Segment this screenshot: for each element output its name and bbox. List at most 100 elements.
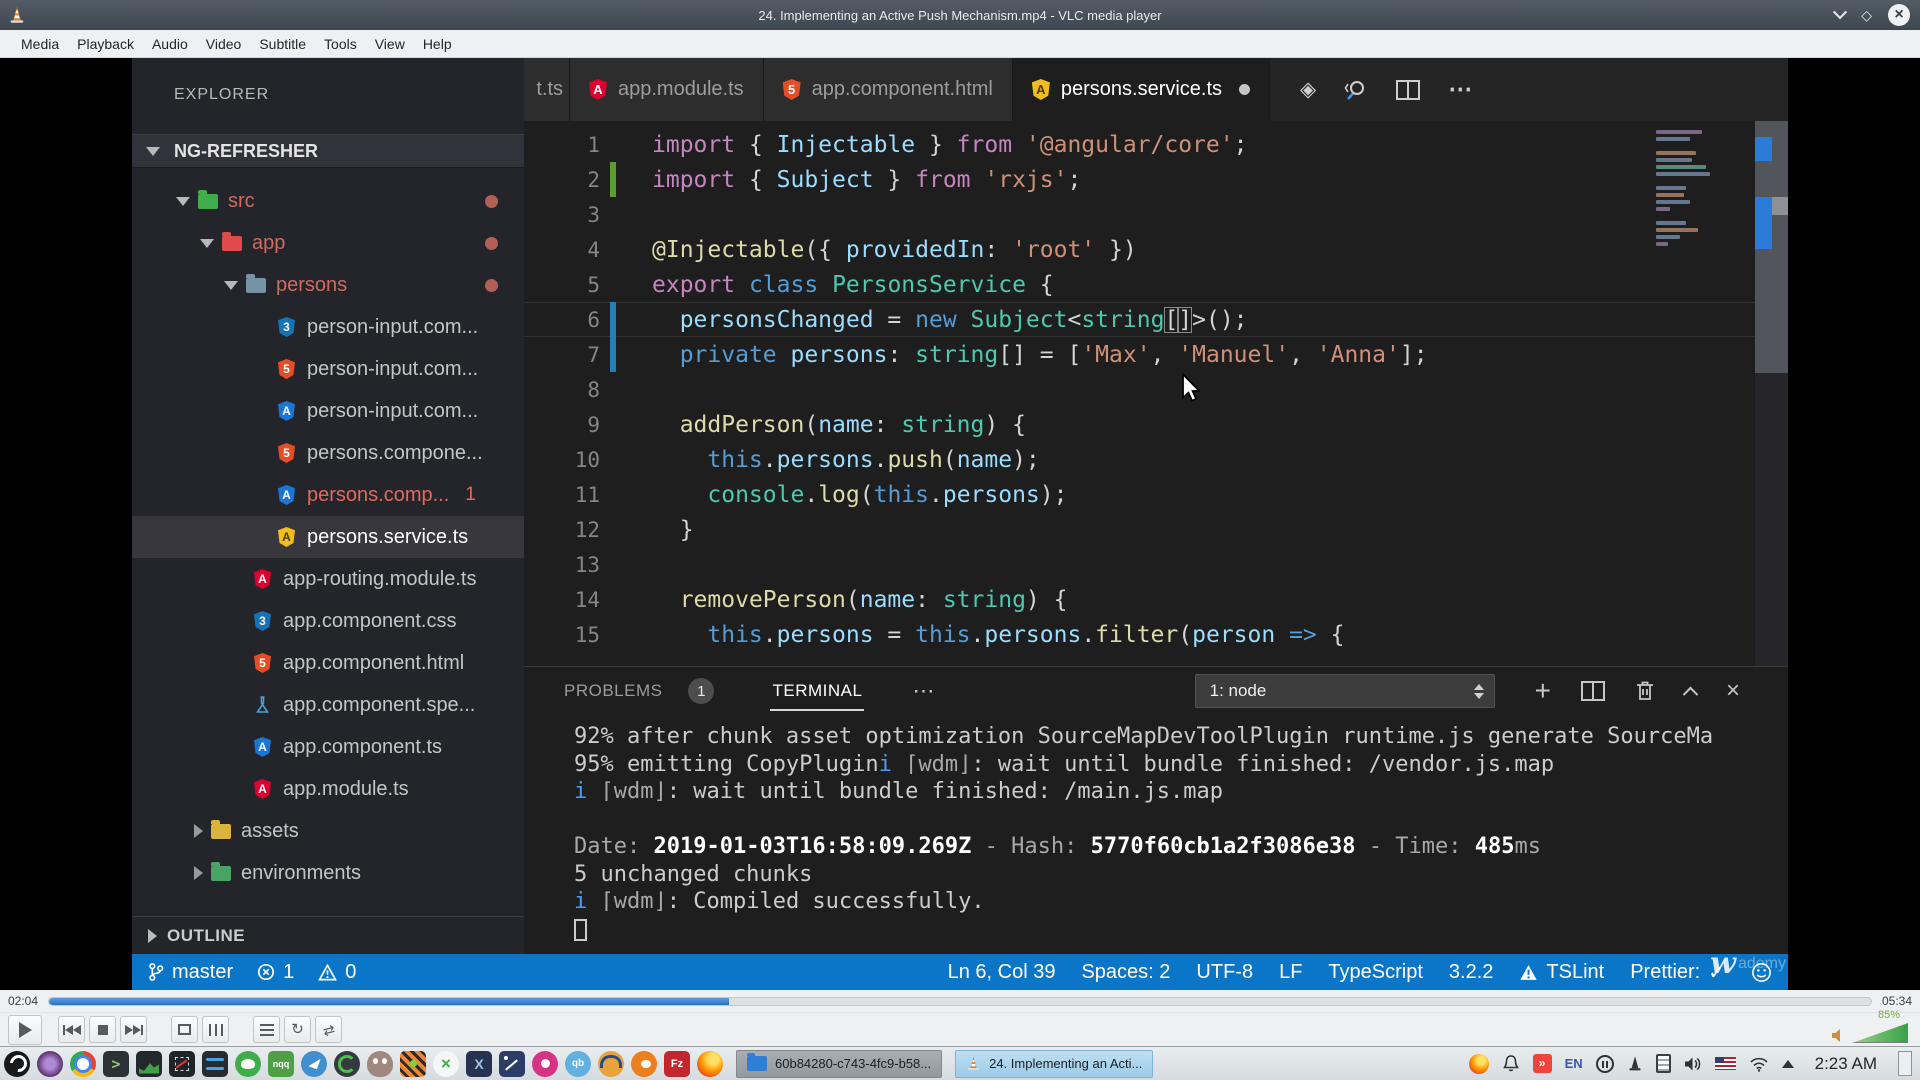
menu-audio[interactable]: Audio (143, 32, 197, 56)
path-editor-icon[interactable] (499, 1050, 525, 1077)
tree-item-app-component-spec[interactable]: app.component.spe... (132, 684, 524, 726)
tab-terminal[interactable]: TERMINAL (770, 671, 865, 711)
random-button[interactable]: ⇄ (315, 1016, 342, 1043)
editor-scrollbar[interactable] (1755, 121, 1788, 666)
cursor-position[interactable]: Ln 6, Col 39 (948, 961, 1056, 984)
code-area[interactable]: 1 import { Injectable } from '@angular/co… (524, 121, 1788, 666)
eol-indicator[interactable]: LF (1279, 961, 1302, 984)
screenshot-tool-icon[interactable] (169, 1050, 195, 1077)
minimize-button[interactable] (1833, 5, 1848, 20)
fullscreen-button[interactable] (171, 1016, 198, 1043)
playlist-button[interactable] (253, 1016, 280, 1043)
outline-section-header[interactable]: OUTLINE (132, 916, 524, 954)
menu-media[interactable]: Media (12, 32, 68, 56)
panel-more-icon[interactable]: ⋯ (912, 678, 935, 704)
error-count[interactable]: 1 (257, 961, 294, 984)
pause-tray-icon[interactable] (1595, 1054, 1614, 1073)
tree-item-app-component-ts[interactable]: A app.component.ts (132, 726, 524, 768)
tree-item-person-input-html[interactable]: 5 person-input.com... (132, 348, 524, 390)
tree-item-person-input-css[interactable]: 3 person-input.com... (132, 306, 524, 348)
clock[interactable]: 2:23 AM (1815, 1054, 1877, 1074)
tree-item-assets[interactable]: assets (132, 810, 524, 852)
loop-button[interactable]: ↻ (284, 1016, 311, 1043)
tab-problems[interactable]: PROBLEMS 1 (564, 678, 715, 704)
open-changes-icon[interactable]: ◈ (1300, 77, 1316, 102)
close-panel-icon[interactable]: × (1726, 679, 1740, 703)
ts-version[interactable]: 3.2.2 (1449, 961, 1493, 984)
x-dark-app-icon[interactable]: X (466, 1050, 492, 1077)
split-terminal-icon[interactable] (1580, 681, 1605, 701)
language-mode[interactable]: TypeScript (1328, 961, 1422, 984)
tab-truncated[interactable]: t.ts (524, 58, 570, 121)
qbittorrent-icon[interactable]: qb (565, 1050, 591, 1077)
tree-item-app-component-css[interactable]: 3 app.component.css (132, 600, 524, 642)
previous-button[interactable] (58, 1016, 85, 1043)
clipboard-tray-icon[interactable] (1655, 1054, 1671, 1073)
opensuse-green-icon[interactable] (235, 1050, 261, 1077)
terminal-output[interactable]: 92% after chunk asset optimization Sourc… (524, 715, 1788, 954)
tiger-app-icon[interactable] (400, 1050, 426, 1077)
close-button[interactable]: × (1888, 4, 1910, 26)
vlc-tray-icon[interactable] (1627, 1055, 1643, 1072)
opensuse-launcher-icon[interactable] (4, 1050, 30, 1077)
tree-item-app[interactable]: app (132, 222, 524, 264)
taskbar-window-folder[interactable]: 60b84280-c743-4fc9-b58... (736, 1049, 943, 1078)
notifications-bell-icon[interactable] (1502, 1054, 1520, 1073)
keyboard-layout-indicator[interactable]: EN (1565, 1056, 1583, 1071)
tree-item-persons[interactable]: persons (132, 264, 524, 306)
notepadqq-icon[interactable]: nqq (268, 1050, 294, 1077)
settings-tweaks-icon[interactable] (202, 1050, 228, 1077)
kill-terminal-icon[interactable] (1635, 680, 1655, 702)
us-flag-icon[interactable] (1714, 1057, 1736, 1070)
extended-settings-button[interactable] (202, 1016, 229, 1043)
terminal-selector[interactable]: 1: node (1194, 674, 1495, 708)
menu-view[interactable]: View (366, 32, 414, 56)
tree-item-src[interactable]: src (132, 180, 524, 222)
encoding-indicator[interactable]: UTF-8 (1196, 961, 1253, 984)
seek-slider[interactable] (48, 996, 1872, 1006)
tree-item-persons-service[interactable]: A persons.service.ts (132, 516, 524, 558)
filezilla-icon[interactable]: Fz (664, 1050, 690, 1077)
green-x-app-icon[interactable]: × (433, 1050, 459, 1077)
anydesk-tray-icon[interactable]: » (1532, 1054, 1552, 1073)
maximize-panel-icon[interactable] (1682, 686, 1699, 702)
project-section-header[interactable]: NG-REFRESHER (132, 134, 524, 168)
tray-expander-icon[interactable] (1781, 1059, 1794, 1068)
tree-item-environments[interactable]: environments (132, 852, 524, 894)
indentation-indicator[interactable]: Spaces: 2 (1081, 961, 1170, 984)
menu-subtitle[interactable]: Subtitle (250, 32, 315, 56)
split-editor-icon[interactable] (1396, 79, 1421, 100)
tab-persons-service[interactable]: A persons.service.ts (1012, 58, 1271, 121)
tor-browser-icon[interactable] (37, 1050, 63, 1077)
code-editor[interactable]: 1 import { Injectable } from '@angular/co… (524, 121, 1788, 666)
tree-item-person-input-ts[interactable]: A person-input.com... (132, 390, 524, 432)
chrome-icon[interactable] (70, 1050, 96, 1077)
tab-app-component-html[interactable]: 5 app.component.html (763, 58, 1013, 121)
tree-item-app-component-html[interactable]: 5 app.component.html (132, 642, 524, 684)
tree-item-app-module[interactable]: A app.module.ts (132, 768, 524, 810)
video-display[interactable]: EXPLORER NG-REFRESHER src app persons 3 … (0, 58, 1920, 990)
stop-button[interactable] (89, 1016, 116, 1043)
tslint-indicator[interactable]: TSLint (1519, 961, 1604, 984)
system-monitor-icon[interactable] (136, 1050, 162, 1077)
menu-playback[interactable]: Playback (68, 32, 143, 56)
volume-tray-icon[interactable] (1684, 1056, 1702, 1072)
git-branch-indicator[interactable]: master (148, 961, 233, 984)
bird-app-icon[interactable] (301, 1050, 327, 1077)
tree-item-persons-component-ts[interactable]: A persons.comp... 1 (132, 474, 524, 516)
firefox-icon[interactable] (697, 1050, 723, 1077)
gimp-icon[interactable] (367, 1050, 393, 1077)
volume-slider[interactable] (1852, 1023, 1908, 1043)
new-terminal-icon[interactable]: + (1535, 677, 1551, 705)
tree-item-app-routing[interactable]: A app-routing.module.ts (132, 558, 524, 600)
play-button[interactable] (8, 1014, 42, 1045)
next-button[interactable] (120, 1016, 147, 1043)
minimap[interactable] (1656, 127, 1752, 249)
menu-tools[interactable]: Tools (315, 32, 366, 56)
volume-control[interactable]: 85% (1831, 1009, 1908, 1043)
tree-item-persons-component-html[interactable]: 5 persons.compone... (132, 432, 524, 474)
search-preview-icon[interactable] (1344, 78, 1368, 102)
lollypop-icon[interactable] (532, 1050, 558, 1077)
more-actions-icon[interactable]: ⋯ (1448, 75, 1474, 104)
firefox-tray-icon[interactable] (1468, 1053, 1489, 1074)
